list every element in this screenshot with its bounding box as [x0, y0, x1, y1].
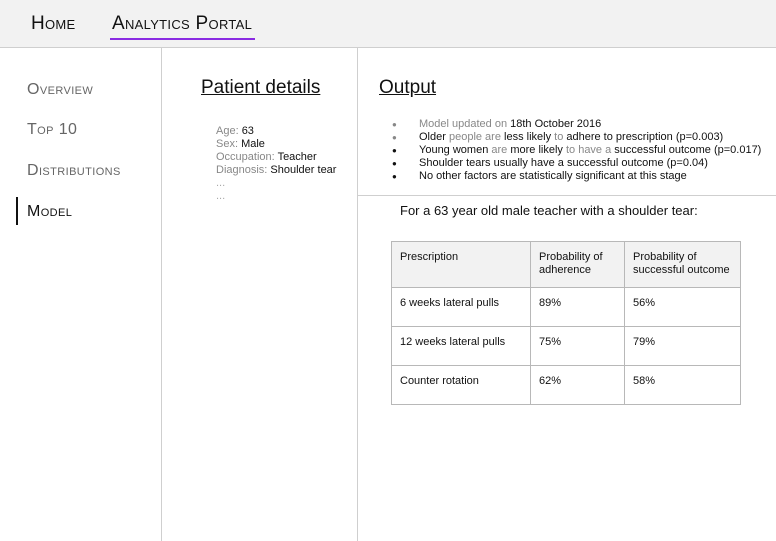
adherence-cell: 62%	[530, 365, 625, 405]
finding-item: ● Older people are less likely to adhere …	[392, 131, 761, 144]
more-fields-ellipsis: ...	[216, 190, 226, 202]
finding-text: are	[491, 144, 511, 156]
bullet-icon: ●	[392, 133, 397, 142]
bullet-icon: ●	[392, 159, 397, 168]
patient-field-sex: Sex: Male	[216, 138, 336, 151]
finding-text: to	[554, 131, 567, 143]
prescription-cell: 6 weeks lateral pulls	[391, 287, 531, 327]
table-row: 12 weeks lateral pulls 75% 79%	[391, 326, 741, 366]
finding-text: Young women	[419, 144, 492, 156]
finding-text: Model updated on	[419, 118, 511, 130]
field-value: Teacher	[277, 151, 317, 163]
table-header-row: Prescription Probability of adherence Pr…	[391, 241, 741, 288]
bullet-icon: ●	[392, 120, 397, 129]
finding-item: ● Shoulder tears usually have a successfu…	[392, 157, 761, 170]
field-value: Shoulder tear	[270, 164, 337, 176]
nav-home-link[interactable]: Home	[31, 13, 76, 35]
outcome-cell: 58%	[624, 365, 741, 405]
outcome-cell: 79%	[624, 326, 741, 366]
active-indicator	[16, 197, 18, 225]
sidebar-item-top-10[interactable]: Top 10	[27, 121, 77, 139]
field-label: Age:	[216, 125, 242, 137]
bullet-icon: ●	[392, 172, 397, 181]
finding-text: less likely	[504, 131, 555, 143]
more-fields-ellipsis: ...	[216, 177, 226, 189]
finding-item: ● Young women are more likely to have a s…	[392, 144, 761, 157]
field-value: Male	[241, 138, 265, 150]
finding-item: ● No other factors are statistically sign…	[392, 170, 761, 183]
finding-text: adhere to prescription (p=0.003)	[566, 131, 724, 143]
adherence-cell: 89%	[530, 287, 625, 327]
finding-text: 18th October 2016	[510, 118, 602, 130]
sidebar-divider	[161, 48, 162, 541]
sidebar-item-model[interactable]: Model	[27, 203, 72, 221]
sidebar-item-overview[interactable]: Overview	[27, 81, 93, 99]
field-value: 63	[241, 125, 254, 137]
finding-text: Older	[419, 131, 449, 143]
content-divider	[357, 48, 358, 541]
output-title: Output	[379, 77, 437, 98]
prescription-cell: Counter rotation	[391, 365, 531, 405]
table-row: Counter rotation 62% 58%	[391, 365, 741, 405]
patient-details-panel: Age: 63 Sex: Male Occupation: Teacher Di…	[216, 125, 336, 203]
column-header-adherence: Probability of adherence	[530, 241, 625, 288]
findings-list: ● Model updated on 18th October 2016 ● Olde…	[392, 118, 761, 183]
prescription-table: Prescription Probability of adherence Pr…	[391, 241, 741, 405]
finding-text: No other factors are statistically signi…	[419, 170, 687, 182]
finding-text: successful outcome (p=0.017)	[614, 144, 762, 156]
sidebar-item-distributions[interactable]: Distributions	[27, 162, 121, 180]
finding-text: Shoulder tears usually have a successful…	[419, 157, 708, 169]
finding-item: ● Model updated on 18th October 2016	[392, 118, 761, 131]
field-label: Occupation:	[216, 151, 278, 163]
field-label: Diagnosis:	[216, 164, 271, 176]
field-label: Sex:	[216, 138, 242, 150]
adherence-cell: 75%	[530, 326, 625, 366]
outcome-cell: 56%	[624, 287, 741, 327]
scenario-description: For a 63 year old male teacher with a sh…	[400, 203, 698, 218]
bullet-icon: ●	[392, 146, 397, 155]
prescription-cell: 12 weeks lateral pulls	[391, 326, 531, 366]
patient-field-occupation: Occupation: Teacher	[216, 151, 336, 164]
table-row: 6 weeks lateral pulls 89% 56%	[391, 287, 741, 327]
patient-field-age: Age: 63	[216, 125, 336, 138]
nav-analytics-portal-link[interactable]: Analytics Portal	[109, 13, 256, 40]
top-navbar: Home Analytics Portal	[0, 0, 776, 48]
column-header-prescription: Prescription	[391, 241, 531, 288]
finding-text: more likely	[510, 144, 566, 156]
patient-details-title: Patient details	[201, 77, 321, 98]
output-divider	[358, 195, 776, 196]
finding-text: to have a	[565, 144, 615, 156]
column-header-outcome: Probability of successful outcome	[624, 241, 741, 288]
finding-text: people are	[448, 131, 505, 143]
patient-field-diagnosis: Diagnosis: Shoulder tear	[216, 164, 336, 177]
